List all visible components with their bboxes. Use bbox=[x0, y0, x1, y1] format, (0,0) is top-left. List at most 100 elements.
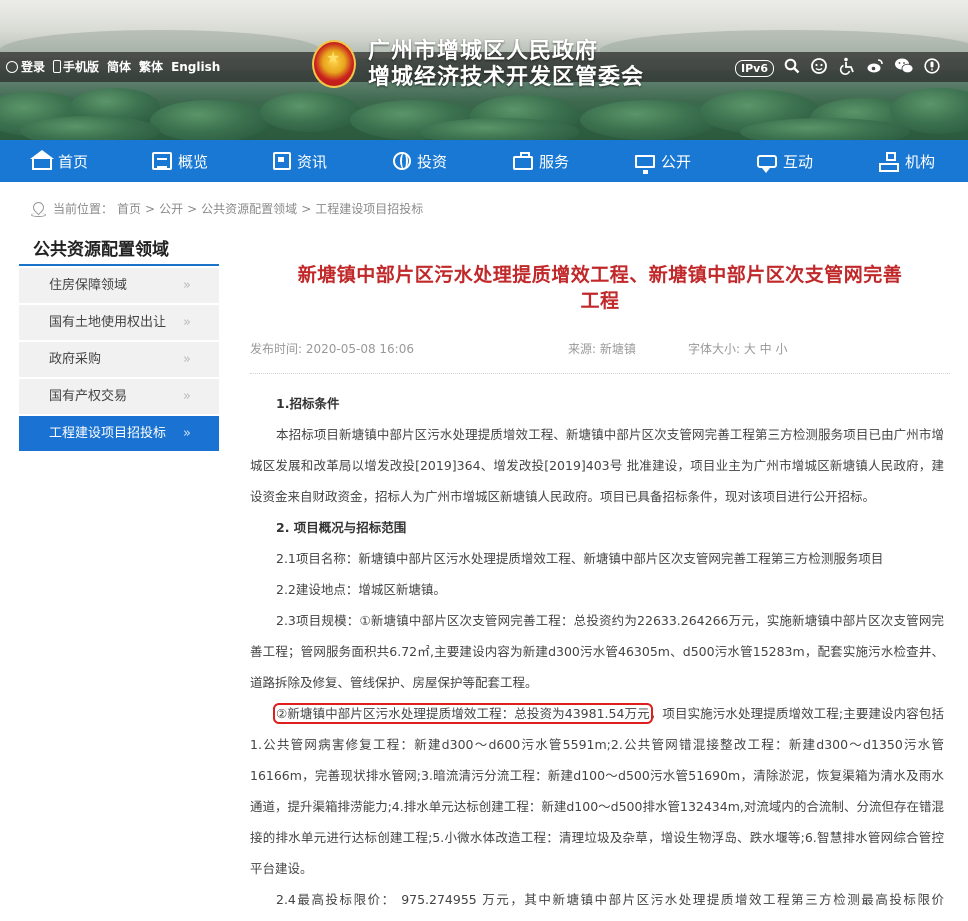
sidebar-item-label: 政府采购 bbox=[49, 352, 102, 367]
accessibility-icon[interactable] bbox=[838, 57, 856, 79]
wechat-icon[interactable] bbox=[894, 57, 914, 79]
site-title-line1: 广州市增城区人民政府 bbox=[368, 38, 599, 64]
sidebar-item-procurement[interactable]: 政府采购 » bbox=[19, 342, 219, 377]
login-link[interactable]: 登录 bbox=[6, 58, 45, 75]
national-emblem-icon bbox=[312, 40, 356, 88]
simplified-link[interactable]: 简体 bbox=[107, 58, 131, 75]
sidebar-item-land[interactable]: 国有土地使用权出让 » bbox=[19, 305, 219, 340]
voice-icon[interactable] bbox=[924, 58, 940, 78]
sidebar-item-label: 国有土地使用权出让 bbox=[49, 315, 167, 330]
news-icon bbox=[272, 152, 291, 170]
nav-label: 服务 bbox=[538, 152, 569, 171]
article: 新塘镇中部片区污水处理提质增效工程、新塘镇中部片区次支管网完善 工程 发布时间:… bbox=[250, 262, 950, 921]
banner-leaf bbox=[580, 100, 720, 140]
paragraph-rest: ，项目实施污水处理提质增效工程;主要建设内容包括1.公共管网病害修复工程：新建d… bbox=[250, 706, 944, 876]
sidebar-item-label: 住房保障领域 bbox=[49, 278, 128, 293]
nav-label: 首页 bbox=[57, 152, 88, 171]
nav-service[interactable]: 服务 bbox=[480, 140, 602, 182]
article-title: 新塘镇中部片区污水处理提质增效工程、新塘镇中部片区次支管网完善 工程 bbox=[250, 262, 950, 314]
login-label: 登录 bbox=[21, 60, 46, 74]
paragraph: 2.4最高投标限价： 975.274955 万元，其中新塘镇中部片区污水处理提质… bbox=[276, 892, 944, 907]
sidebar-title: 公共资源配置领域 bbox=[19, 234, 219, 266]
nav-label: 机构 bbox=[904, 152, 935, 171]
article-title-line2: 工程 bbox=[580, 290, 620, 312]
phone-icon bbox=[53, 60, 62, 73]
sidebar-item-label: 工程建设项目招投标 bbox=[49, 426, 167, 441]
ipv6-badge: IPv6 bbox=[735, 59, 774, 77]
globe-icon bbox=[392, 152, 411, 170]
nav-investment[interactable]: 投资 bbox=[360, 140, 480, 182]
mobile-label: 手机版 bbox=[63, 60, 100, 74]
double-chevron-icon: » bbox=[183, 315, 191, 330]
nav-overview[interactable]: 概览 bbox=[120, 140, 240, 182]
breadcrumb-separator: > bbox=[187, 201, 198, 216]
elderly-care-icon[interactable] bbox=[810, 57, 828, 79]
header-banner: 登录 手机版 简体 繁体 English 广州市增城区人民政府 增城经济技术开发… bbox=[0, 0, 968, 140]
breadcrumb-public-resources[interactable]: 公共资源配置领域 bbox=[201, 200, 297, 217]
user-icon bbox=[6, 61, 18, 73]
article-title-line1: 新塘镇中部片区污水处理提质增效工程、新塘镇中部片区次支管网完善 bbox=[297, 264, 903, 286]
site-title-line2: 增城经济技术开发区管委会 bbox=[368, 64, 645, 90]
search-icon[interactable] bbox=[784, 58, 800, 78]
breadcrumb: 当前位置： 首页 > 公开 > 公共资源配置领域 > 工程建设项目招投标 bbox=[31, 200, 423, 217]
paragraph: 2.1项目名称：新塘镇中部片区污水处理提质增效工程、新塘镇中部片区次支管网完善工… bbox=[276, 551, 884, 566]
highlighted-investment: ②新塘镇中部片区污水处理提质增效工程：总投资为43981.54万元 bbox=[273, 703, 653, 724]
top-links: 登录 手机版 简体 繁体 English bbox=[6, 58, 220, 75]
monitor-icon bbox=[634, 154, 655, 174]
sidebar-item-bidding[interactable]: 工程建设项目招投标 » bbox=[19, 416, 219, 451]
main-nav: 首页 概览 资讯 投资 服务 公开 互动 机构 bbox=[0, 140, 968, 182]
nav-label: 公开 bbox=[660, 152, 691, 171]
nav-interaction[interactable]: 互动 bbox=[724, 140, 846, 182]
english-link[interactable]: English bbox=[171, 60, 220, 74]
banner-leaf bbox=[420, 118, 580, 140]
breadcrumb-separator: > bbox=[145, 201, 156, 216]
mobile-link[interactable]: 手机版 bbox=[53, 58, 99, 75]
weibo-icon[interactable] bbox=[866, 57, 884, 79]
header-tools: IPv6 bbox=[735, 57, 940, 79]
paragraph: 2.3项目规模：①新塘镇中部片区次支管网完善工程：总投资约为22633.2642… bbox=[250, 613, 944, 690]
chat-icon bbox=[756, 154, 777, 173]
banner-leaf bbox=[20, 116, 160, 140]
font-size-control[interactable]: 字体大小: 大 中 小 bbox=[688, 340, 788, 357]
breadcrumb-separator: > bbox=[301, 201, 312, 216]
sidebar: 公共资源配置领域 住房保障领域 » 国有土地使用权出让 » 政府采购 » 国有产权交易… bbox=[19, 234, 219, 453]
paragraph: 本招标项目新塘镇中部片区污水处理提质增效工程、新塘镇中部片区次支管网完善工程第三… bbox=[250, 427, 944, 504]
article-source: 来源: 新塘镇 bbox=[568, 342, 636, 356]
nav-label: 投资 bbox=[416, 152, 447, 171]
breadcrumb-public[interactable]: 公开 bbox=[159, 200, 183, 217]
breadcrumb-current[interactable]: 工程建设项目招投标 bbox=[315, 200, 423, 217]
double-chevron-icon: » bbox=[183, 278, 191, 293]
double-chevron-icon: » bbox=[183, 426, 191, 441]
sidebar-item-label: 国有产权交易 bbox=[49, 389, 128, 404]
banner-leaf bbox=[740, 118, 910, 140]
nav-label: 概览 bbox=[177, 152, 208, 171]
sidebar-item-housing[interactable]: 住房保障领域 » bbox=[19, 268, 219, 303]
location-pin-icon bbox=[31, 202, 46, 217]
nav-news[interactable]: 资讯 bbox=[240, 140, 360, 182]
nav-label: 互动 bbox=[782, 152, 813, 171]
double-chevron-icon: » bbox=[183, 389, 191, 404]
banner-leaf bbox=[260, 92, 360, 132]
sidebar-item-property[interactable]: 国有产权交易 » bbox=[19, 379, 219, 414]
traditional-link[interactable]: 繁体 bbox=[139, 58, 163, 75]
breadcrumb-home[interactable]: 首页 bbox=[117, 200, 141, 217]
site-title[interactable]: 广州市增城区人民政府 增城经济技术开发区管委会 bbox=[368, 38, 644, 90]
section-heading: 2. 项目概况与招标范围 bbox=[276, 520, 407, 535]
paragraph: ②新塘镇中部片区污水处理提质增效工程：总投资为43981.54万元，项目实施污水… bbox=[250, 698, 950, 884]
paragraph: 2.2建设地点：增城区新塘镇。 bbox=[276, 582, 446, 597]
publish-time: 发布时间: 2020-05-08 16:06 bbox=[250, 342, 414, 356]
nav-label: 资讯 bbox=[296, 152, 327, 171]
banner-leaf bbox=[150, 100, 270, 140]
section-heading: 1.招标条件 bbox=[276, 396, 340, 411]
double-chevron-icon: » bbox=[183, 352, 191, 367]
nav-home[interactable]: 首页 bbox=[0, 140, 120, 182]
breadcrumb-prefix: 当前位置： bbox=[53, 202, 114, 216]
article-meta: 发布时间: 2020-05-08 16:06 来源: 新塘镇 字体大小: 大 中… bbox=[250, 336, 950, 374]
briefcase-icon bbox=[512, 152, 533, 170]
main-area: 当前位置： 首页 > 公开 > 公共资源配置领域 > 工程建设项目招投标 公共资… bbox=[0, 182, 968, 921]
article-body: 1.招标条件 本招标项目新塘镇中部片区污水处理提质增效工程、新塘镇中部片区次支管… bbox=[250, 388, 950, 921]
org-chart-icon bbox=[878, 152, 899, 172]
nav-organization[interactable]: 机构 bbox=[846, 140, 968, 182]
home-icon bbox=[29, 149, 54, 170]
nav-public[interactable]: 公开 bbox=[602, 140, 724, 182]
